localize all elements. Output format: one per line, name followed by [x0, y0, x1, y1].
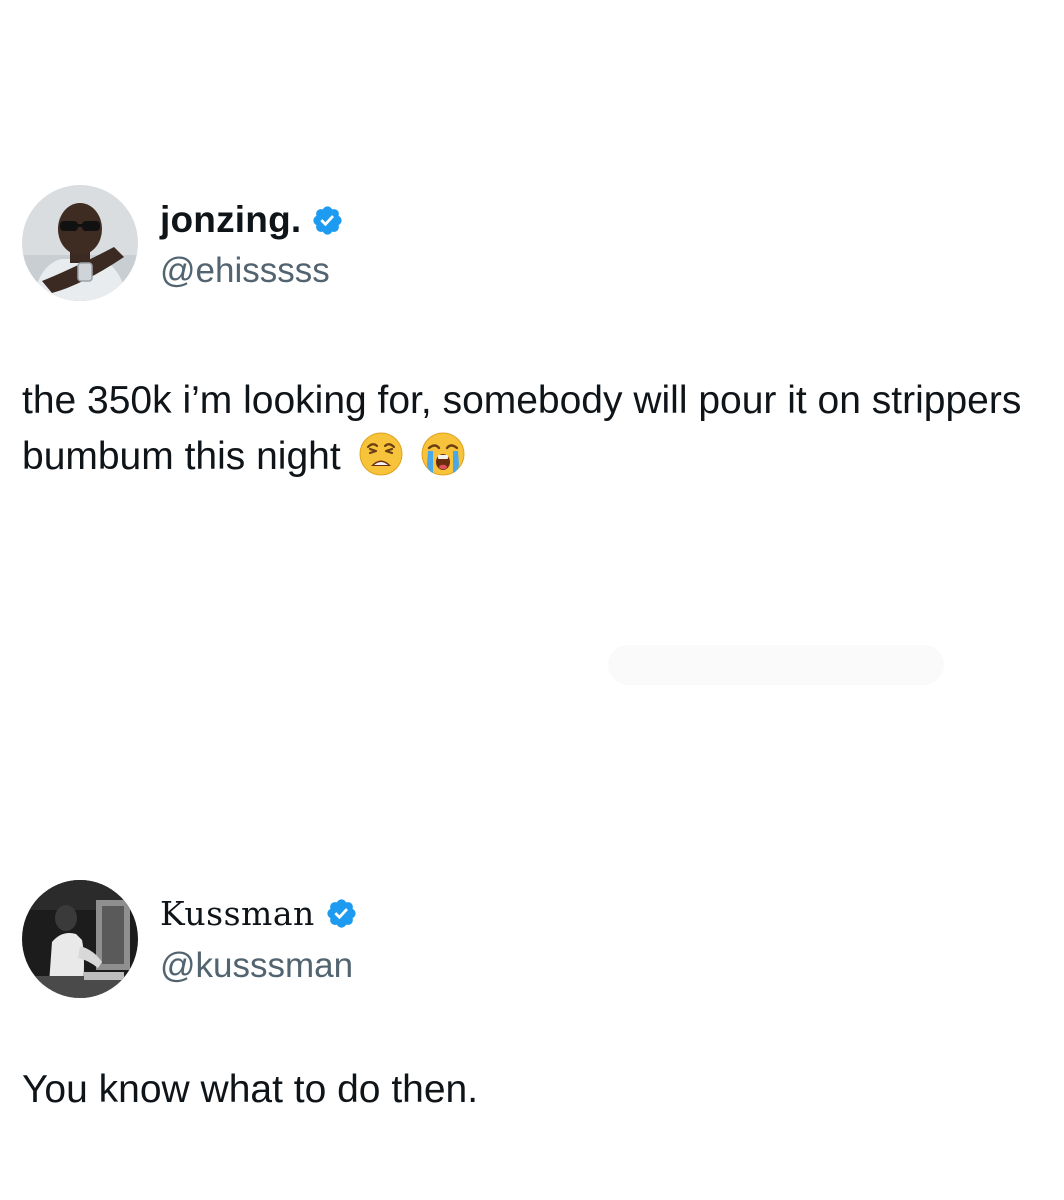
tweet-text: the 350k i’m looking for, somebody will … — [22, 373, 1042, 485]
verified-badge-icon — [325, 897, 358, 930]
display-name[interactable]: jonzing. — [160, 199, 301, 241]
tweet-text: You know what to do then. — [22, 1062, 1042, 1118]
loudly-crying-face-icon — [420, 431, 466, 477]
faded-watermark — [608, 645, 944, 685]
author-handle[interactable]: @kusssman — [160, 946, 353, 986]
author-handle[interactable]: @ehisssss — [160, 251, 330, 291]
weary-face-icon — [358, 431, 404, 477]
author-name-row[interactable]: Kussman — [160, 894, 358, 933]
tweet-body: You know what to do then. — [22, 1068, 479, 1111]
display-name[interactable]: Kussman — [160, 894, 315, 933]
avatar[interactable] — [22, 880, 138, 998]
tweet-body: the 350k i’m looking for, somebody will … — [22, 379, 1022, 478]
avatar-photo — [22, 880, 138, 998]
author-name-row[interactable]: jonzing. — [160, 199, 344, 241]
verified-badge-icon — [311, 204, 344, 237]
avatar-photo — [22, 185, 138, 301]
avatar[interactable] — [22, 185, 138, 301]
